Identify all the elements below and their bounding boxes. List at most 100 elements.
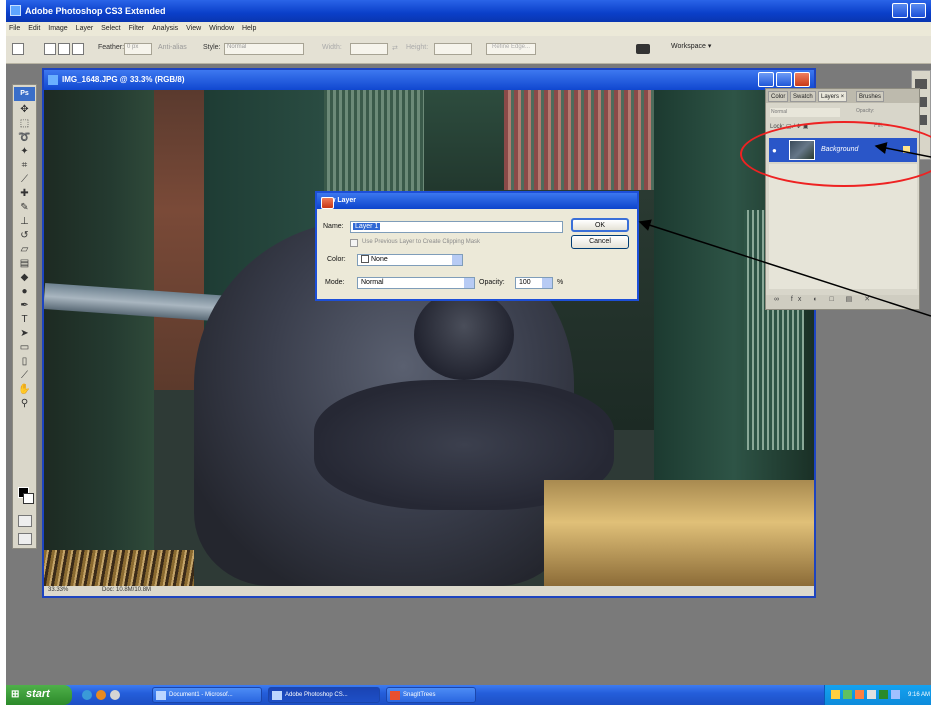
gradient-tool-icon[interactable]: ▤ (17, 258, 32, 269)
hand-tool-icon[interactable]: ✋ (17, 384, 32, 395)
brush-tool-icon[interactable]: ✎ (17, 202, 32, 213)
layer-name-selected-text: Layer 1 (353, 223, 381, 230)
quicklaunch-ie-icon[interactable] (82, 690, 92, 700)
menu-edit[interactable]: Edit (25, 22, 43, 32)
menu-file[interactable]: File (6, 22, 23, 32)
healing-brush-icon[interactable]: ✚ (17, 188, 32, 199)
doc-size-info[interactable]: Doc: 10.8M/10.8M (102, 587, 151, 593)
clone-stamp-icon[interactable]: ⊥ (17, 216, 32, 227)
notes-tool-icon[interactable]: ▯ (17, 356, 32, 367)
zoom-tool-icon[interactable]: ⚲ (17, 398, 32, 409)
ps-logo-icon: Ps (14, 87, 35, 101)
anti-alias-checkbox[interactable]: Anti-alias (158, 44, 187, 51)
doc-minimize-button[interactable] (758, 72, 774, 87)
document-canvas[interactable] (44, 90, 814, 586)
tab-color[interactable]: Color (768, 91, 789, 102)
photoshop-icon (272, 691, 282, 700)
tray-icon[interactable] (855, 690, 864, 699)
shape-tool-icon[interactable]: ▭ (17, 342, 32, 353)
type-tool-icon[interactable]: T (17, 314, 32, 325)
height-input[interactable] (434, 43, 472, 55)
use-previous-checkbox[interactable] (350, 239, 358, 247)
add-selection-icon[interactable] (58, 43, 70, 55)
height-label: Height: (406, 44, 429, 51)
refine-edge-button[interactable]: Refine Edge... (486, 43, 536, 55)
dodge-tool-icon[interactable]: ● (17, 286, 32, 297)
photo-brick-pillar (154, 90, 204, 390)
eraser-tool-icon[interactable]: ▱ (17, 244, 32, 255)
ok-button[interactable]: OK (571, 218, 629, 232)
marquee-preset-icon[interactable] (12, 43, 24, 55)
feather-input[interactable]: 0 px (124, 43, 152, 55)
quicklaunch-desktop-icon[interactable] (110, 690, 120, 700)
tray-icon[interactable] (867, 690, 876, 699)
name-label: Name: (323, 223, 344, 230)
menu-view[interactable]: View (183, 22, 204, 32)
crop-tool-icon[interactable]: ⌗ (17, 160, 32, 171)
menu-select[interactable]: Select (98, 22, 123, 32)
tray-icon[interactable] (843, 690, 852, 699)
zoom-level[interactable]: 33.33% (48, 587, 68, 593)
magic-wand-tool-icon[interactable]: ✦ (17, 146, 32, 157)
task-snagit[interactable]: SnagItTrees (386, 687, 476, 703)
menu-filter[interactable]: Filter (126, 22, 148, 32)
tab-brushes[interactable]: Brushes (856, 91, 885, 102)
pen-tool-icon[interactable]: ✒ (17, 300, 32, 311)
restore-button[interactable] (910, 3, 926, 18)
lasso-tool-icon[interactable]: ➰ (17, 132, 32, 143)
subtract-selection-icon[interactable] (72, 43, 84, 55)
eyedropper-tool-icon[interactable]: ⟋ (17, 370, 32, 381)
photo-red-mesh (504, 90, 654, 190)
panel-tabs: Color Swatch Layers × Brushes (766, 89, 919, 103)
mode-select[interactable]: Normal (357, 277, 475, 289)
tray-icon[interactable] (831, 690, 840, 699)
menu-window[interactable]: Window (206, 22, 237, 32)
layer-name-input[interactable]: Layer 1 (350, 221, 563, 233)
quicklaunch-media-icon[interactable] (96, 690, 106, 700)
opacity-input[interactable]: 100 (515, 277, 553, 289)
history-brush-icon[interactable]: ↺ (17, 230, 32, 241)
system-tray: 9:16 AM (824, 685, 931, 705)
blend-mode-select[interactable]: Normal (770, 108, 840, 117)
dialog-close-button[interactable] (321, 197, 334, 209)
swap-icon[interactable]: ⇄ (392, 44, 398, 52)
start-button[interactable]: ⊞ start (6, 685, 72, 705)
doc-close-button[interactable] (794, 72, 810, 87)
quick-mask-button[interactable] (18, 515, 32, 527)
tab-layers[interactable]: Layers × (818, 91, 848, 102)
cancel-button[interactable]: Cancel (571, 235, 629, 249)
background-color-swatch[interactable] (23, 493, 34, 504)
slice-tool-icon[interactable]: ⟋ (17, 174, 32, 185)
menu-layer[interactable]: Layer (73, 22, 97, 32)
color-select[interactable]: None (357, 254, 463, 266)
task-photoshop[interactable]: Adobe Photoshop CS... (268, 687, 380, 703)
menu-help[interactable]: Help (239, 22, 259, 32)
width-input[interactable] (350, 43, 388, 55)
marquee-tool-icon[interactable]: ⬚ (17, 118, 32, 129)
move-tool-icon[interactable]: ✥ (17, 104, 32, 115)
workspace-button[interactable]: Workspace ▾ (671, 42, 711, 50)
path-selection-icon[interactable]: ➤ (17, 328, 32, 339)
tab-swatches[interactable]: Swatch (790, 91, 816, 102)
clock[interactable]: 9:16 AM (908, 692, 930, 698)
bridge-icon[interactable] (636, 44, 650, 54)
style-select[interactable]: Normal (224, 43, 304, 55)
new-selection-icon[interactable] (44, 43, 56, 55)
menu-analysis[interactable]: Analysis (149, 22, 181, 32)
document-status-bar: 33.33% Doc: 10.8M/10.8M (44, 586, 814, 596)
layers-footer-icons[interactable]: ∞ fx ◐ □ ▤ ✕ (766, 295, 919, 309)
tray-icon[interactable] (879, 690, 888, 699)
new-layer-dialog: New Layer Name: Layer 1 Use Previous Lay… (315, 191, 639, 301)
app-title: Adobe Photoshop CS3 Extended (25, 6, 166, 16)
color-label: Color: (327, 256, 346, 263)
layer-opacity-label[interactable]: Opacity: (856, 108, 914, 117)
task-document1[interactable]: Document1 - Microsof... (152, 687, 262, 703)
task-label: Adobe Photoshop CS... (285, 692, 348, 698)
screen-mode-button[interactable] (18, 533, 32, 545)
menu-image[interactable]: Image (45, 22, 70, 32)
minimize-button[interactable] (892, 3, 908, 18)
blur-tool-icon[interactable]: ◆ (17, 272, 32, 283)
doc-maximize-button[interactable] (776, 72, 792, 87)
tray-icon[interactable] (891, 690, 900, 699)
start-label: start (26, 688, 50, 700)
